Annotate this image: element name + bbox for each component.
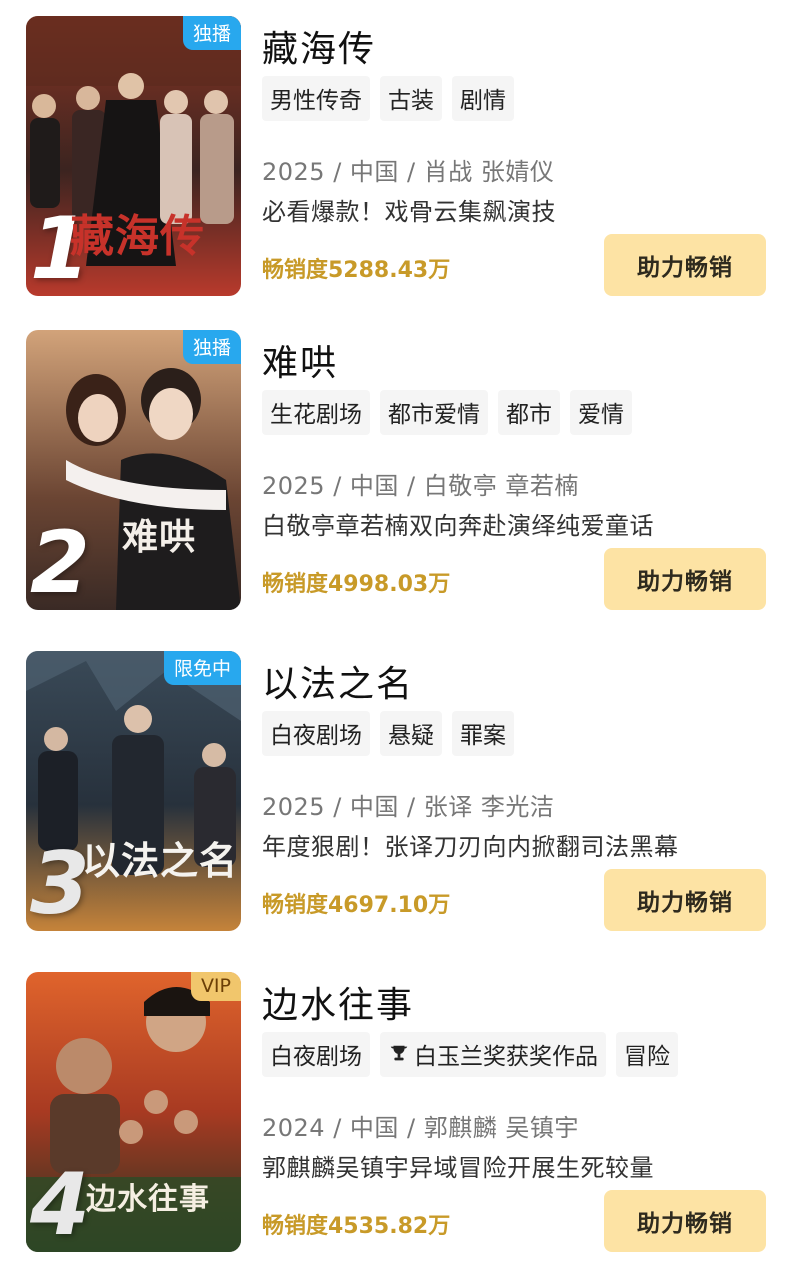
- poster-image[interactable]: VIP 4 边水往事: [26, 972, 241, 1252]
- boost-sales-button[interactable]: 助力畅销: [604, 1190, 766, 1252]
- rank-number: 2: [30, 513, 90, 610]
- poster-title: 藏海传: [70, 211, 205, 262]
- badge-free: 限免中: [163, 651, 241, 685]
- tag-label: 白玉兰奖获奖作品: [414, 1044, 598, 1070]
- tag[interactable]: 都市: [498, 390, 560, 435]
- award-tag[interactable]: 白玉兰奖获奖作品: [380, 1032, 606, 1077]
- tag-list: 白夜剧场 悬疑 罪案: [262, 711, 514, 756]
- drama-card-1[interactable]: 独播 1 藏海传 藏海传 男性传奇 古装 剧情 2025 / 中国 / 肖战 张…: [26, 16, 766, 302]
- poster-title: 难哄: [122, 516, 197, 558]
- tag[interactable]: 剧情: [452, 76, 514, 121]
- drama-card-2[interactable]: 独播 2 难哄 难哄 生花剧场 都市爱情 都市 爱情 2025 / 中国 / 白…: [26, 330, 766, 616]
- drama-description: 白敬亭章若楠双向奔赴演绎纯爱童话: [262, 512, 654, 540]
- rank-number: 4: [30, 1155, 90, 1252]
- tag-list: 白夜剧场 白玉兰奖获奖作品 冒险: [262, 1032, 678, 1077]
- tag[interactable]: 罪案: [452, 711, 514, 756]
- sales-score: 畅销度4535.82万: [262, 1214, 451, 1239]
- badge-vip: VIP: [190, 972, 241, 1001]
- boost-sales-button[interactable]: 助力畅销: [604, 869, 766, 931]
- tag-list: 生花剧场 都市爱情 都市 爱情: [262, 390, 632, 435]
- tag[interactable]: 都市爱情: [380, 390, 488, 435]
- sales-score: 畅销度4998.03万: [262, 572, 451, 597]
- drama-title[interactable]: 藏海传: [262, 20, 376, 72]
- tag[interactable]: 白夜剧场: [262, 1032, 370, 1077]
- rank-number: 3: [30, 834, 90, 931]
- poster-title: 边水往事: [86, 1182, 210, 1217]
- tag-list: 男性传奇 古装 剧情: [262, 76, 514, 121]
- drama-meta: 2025 / 中国 / 白敬亭 章若楠: [262, 472, 579, 500]
- tag[interactable]: 白夜剧场: [262, 711, 370, 756]
- drama-title[interactable]: 边水往事: [262, 976, 414, 1028]
- boost-sales-button[interactable]: 助力畅销: [604, 234, 766, 296]
- sales-score: 畅销度4697.10万: [262, 893, 451, 918]
- drama-title[interactable]: 难哄: [262, 334, 338, 386]
- boost-sales-button[interactable]: 助力畅销: [604, 548, 766, 610]
- poster-image[interactable]: 独播 1 藏海传: [26, 16, 241, 296]
- sales-score: 畅销度5288.43万: [262, 258, 451, 283]
- drama-title[interactable]: 以法之名: [262, 655, 414, 707]
- poster-image[interactable]: 独播 2 难哄: [26, 330, 241, 610]
- drama-description: 年度狠剧！张译刀刃向内掀翻司法黑幕: [262, 833, 679, 861]
- poster-title: 以法之名: [82, 838, 239, 883]
- drama-description: 郭麒麟吴镇宇异域冒险开展生死较量: [262, 1154, 654, 1182]
- drama-description: 必看爆款！戏骨云集飙演技: [262, 198, 556, 226]
- drama-card-3[interactable]: 限免中 3 以法之名 以法之名 白夜剧场 悬疑 罪案 2025 / 中国 / 张…: [26, 651, 766, 937]
- drama-meta: 2025 / 中国 / 肖战 张婧仪: [262, 158, 555, 186]
- tag[interactable]: 爱情: [570, 390, 632, 435]
- badge-exclusive: 独播: [182, 16, 241, 50]
- drama-meta: 2024 / 中国 / 郭麒麟 吴镇宇: [262, 1114, 579, 1142]
- trophy-icon: [390, 1045, 408, 1061]
- drama-meta: 2025 / 中国 / 张译 李光洁: [262, 793, 555, 821]
- tag[interactable]: 悬疑: [380, 711, 442, 756]
- tag[interactable]: 男性传奇: [262, 76, 370, 121]
- tag[interactable]: 冒险: [616, 1032, 678, 1077]
- poster-image[interactable]: 限免中 3 以法之名: [26, 651, 241, 931]
- badge-exclusive: 独播: [182, 330, 241, 364]
- tag[interactable]: 古装: [380, 76, 442, 121]
- drama-card-4[interactable]: VIP 4 边水往事 边水往事 白夜剧场 白玉兰奖获奖作品 冒险 2024 / …: [26, 972, 766, 1258]
- tag[interactable]: 生花剧场: [262, 390, 370, 435]
